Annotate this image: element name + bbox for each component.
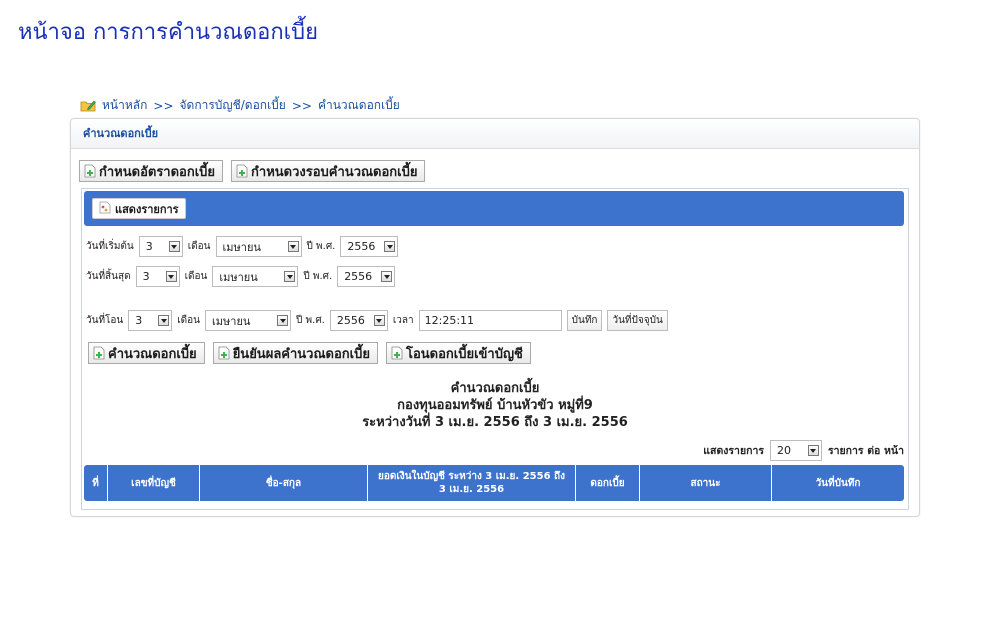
breadcrumb-section-link[interactable]: จัดการบัญชี/ดอกเบี้ย [180, 96, 286, 115]
column-header-status[interactable]: สถานะ [640, 465, 772, 501]
chevron-down-icon [381, 271, 393, 282]
end-year-select[interactable]: 2556 [337, 266, 396, 287]
end-year-label: ปี พ.ศ. [303, 271, 333, 282]
chevron-down-icon [158, 315, 170, 326]
start-date-label: วันที่เริ่มต้น [86, 241, 134, 252]
calculation-form-area: แสดงรายการ วันที่เริ่มต้น 3 เดือน เมษายน… [81, 188, 909, 510]
chevron-down-icon [277, 315, 289, 326]
start-year-label: ปี พ.ศ. [306, 241, 336, 252]
set-rate-button[interactable]: กำหนดอัตราดอกเบี้ย [79, 160, 224, 182]
column-header-interest[interactable]: ดอกเบี้ย [576, 465, 640, 501]
save-time-button[interactable]: บันทึก [566, 310, 603, 331]
tab-show-list[interactable]: แสดงรายการ [92, 198, 186, 219]
start-month-value: เมษายน [222, 240, 261, 254]
transfer-month-select[interactable]: เมษายน [205, 310, 292, 331]
action-toolbar: คำนวณดอกเบี้ย ยืนยันผลคำนวณดอกเบี้ย โอนด… [88, 342, 531, 364]
end-day-value: 3 [142, 270, 150, 283]
column-header-name[interactable]: ชื่อ-สกุล [200, 465, 368, 501]
breadcrumb: หน้าหลัก >> จัดการบัญชี/ดอกเบี้ย >> คำนว… [80, 96, 400, 115]
set-cycle-button[interactable]: กำหนดวงรอบคำนวณดอกเบี้ย [231, 160, 426, 182]
breadcrumb-separator: >> [153, 98, 174, 113]
report-fund-name: กองทุนออมทรัพย์ บ้านหัวขัว หมู่ที่9 [397, 398, 593, 413]
end-date-label: วันที่สิ้นสุด [86, 271, 131, 282]
document-add-icon [391, 346, 403, 360]
document-add-icon [84, 164, 96, 178]
paging-prefix: แสดงรายการ [703, 445, 764, 457]
column-header-balance[interactable]: ยอดเงินในบัญชี ระหว่าง 3 เม.ย. 2556 ถึง … [368, 465, 576, 501]
today-button[interactable]: วันที่ปัจจุบัน [607, 310, 668, 331]
confirm-calculation-label: ยืนยันผลคำนวณดอกเบี้ย [232, 346, 370, 362]
transfer-date-label: วันที่โอน [86, 315, 124, 326]
transfer-day-select[interactable]: 3 [128, 310, 173, 331]
end-day-select[interactable]: 3 [135, 266, 180, 287]
end-month-select[interactable]: เมษายน [212, 266, 299, 287]
document-add-icon [236, 164, 248, 178]
panel-header: คำนวณดอกเบี้ย [71, 119, 919, 149]
results-table-header: ที่ เลขที่บัญชี ชื่อ-สกุล ยอดเงินในบัญชี… [84, 465, 904, 501]
transfer-year-select[interactable]: 2556 [329, 310, 388, 331]
confirm-calculation-button[interactable]: ยืนยันผลคำนวณดอกเบี้ย [212, 342, 378, 364]
paging-suffix: รายการ ต่อ หน้า [827, 445, 904, 457]
start-year-value: 2556 [347, 240, 376, 253]
chevron-down-icon [384, 241, 396, 252]
transfer-interest-label: โอนดอกเบี้ยเข้าบัญชี [405, 346, 523, 362]
chevron-down-icon [284, 271, 296, 282]
panel-toolbar: กำหนดอัตราดอกเบี้ย กำหนดวงรอบคำนวณดอกเบี… [79, 160, 426, 182]
set-cycle-label: กำหนดวงรอบคำนวณดอกเบี้ย [251, 164, 418, 180]
column-header-index[interactable]: ที่ [84, 465, 108, 501]
list-icon [99, 201, 111, 217]
chevron-down-icon [807, 445, 819, 456]
start-year-select[interactable]: 2556 [340, 236, 399, 257]
start-day-value: 3 [145, 240, 153, 253]
breadcrumb-current-link[interactable]: คำนวณดอกเบี้ย [318, 96, 400, 115]
end-month-label: เดือน [184, 271, 208, 282]
start-day-select[interactable]: 3 [138, 236, 183, 257]
transfer-year-value: 2556 [336, 314, 365, 327]
chevron-down-icon [373, 315, 385, 326]
start-month-select[interactable]: เมษายน [215, 236, 302, 257]
calculation-panel: คำนวณดอกเบี้ย กำหนดอัตราดอกเบี้ย กำหนดวง… [70, 118, 920, 517]
page-title: หน้าจอ การการคำนวณดอกเบี้ย [18, 20, 319, 45]
paging-control: แสดงรายการ 20 รายการ ต่อ หน้า [703, 440, 904, 461]
transfer-year-label: ปี พ.ศ. [296, 315, 325, 326]
transfer-month-label: เดือน [177, 315, 201, 326]
calculate-interest-label: คำนวณดอกเบี้ย [108, 346, 197, 362]
chevron-down-icon [165, 271, 177, 282]
transfer-time-input[interactable]: 12:25:11 [418, 310, 562, 331]
document-add-icon [218, 346, 230, 360]
transfer-day-value: 3 [135, 314, 143, 327]
chevron-down-icon [287, 241, 299, 252]
breadcrumb-home-link[interactable]: หน้าหลัก [102, 96, 147, 115]
transfer-month-value: เมษายน [212, 314, 251, 328]
end-year-value: 2556 [344, 270, 373, 283]
per-page-select[interactable]: 20 [769, 440, 822, 461]
start-date-row: วันที่เริ่มต้น 3 เดือน เมษายน ปี พ.ศ. 25… [86, 236, 399, 257]
tab-show-list-label: แสดงรายการ [115, 202, 179, 216]
transfer-time-label: เวลา [392, 315, 414, 326]
transfer-interest-button[interactable]: โอนดอกเบี้ยเข้าบัญชี [385, 342, 531, 364]
end-date-row: วันที่สิ้นสุด 3 เดือน เมษายน ปี พ.ศ. 255… [86, 266, 396, 287]
transfer-date-row: วันที่โอน 3 เดือน เมษายน ปี พ.ศ. 2556 เว… [86, 310, 668, 331]
chevron-down-icon [168, 241, 180, 252]
home-folder-icon [80, 99, 96, 112]
document-add-icon [93, 346, 105, 360]
end-month-value: เมษายน [219, 270, 258, 284]
column-header-record-date[interactable]: วันที่บันทึก [772, 465, 904, 501]
set-rate-label: กำหนดอัตราดอกเบี้ย [99, 164, 216, 180]
breadcrumb-separator: >> [291, 98, 312, 113]
calculate-interest-button[interactable]: คำนวณดอกเบี้ย [88, 342, 205, 364]
report-title: คำนวณดอกเบี้ย [450, 381, 540, 396]
tab-bar: แสดงรายการ [84, 191, 904, 226]
per-page-value: 20 [776, 444, 791, 457]
start-month-label: เดือน [187, 241, 211, 252]
report-date-range: ระหว่างวันที่ 3 เม.ย. 2556 ถึง 3 เม.ย. 2… [362, 415, 628, 430]
column-header-account-no[interactable]: เลขที่บัญชี [108, 465, 200, 501]
